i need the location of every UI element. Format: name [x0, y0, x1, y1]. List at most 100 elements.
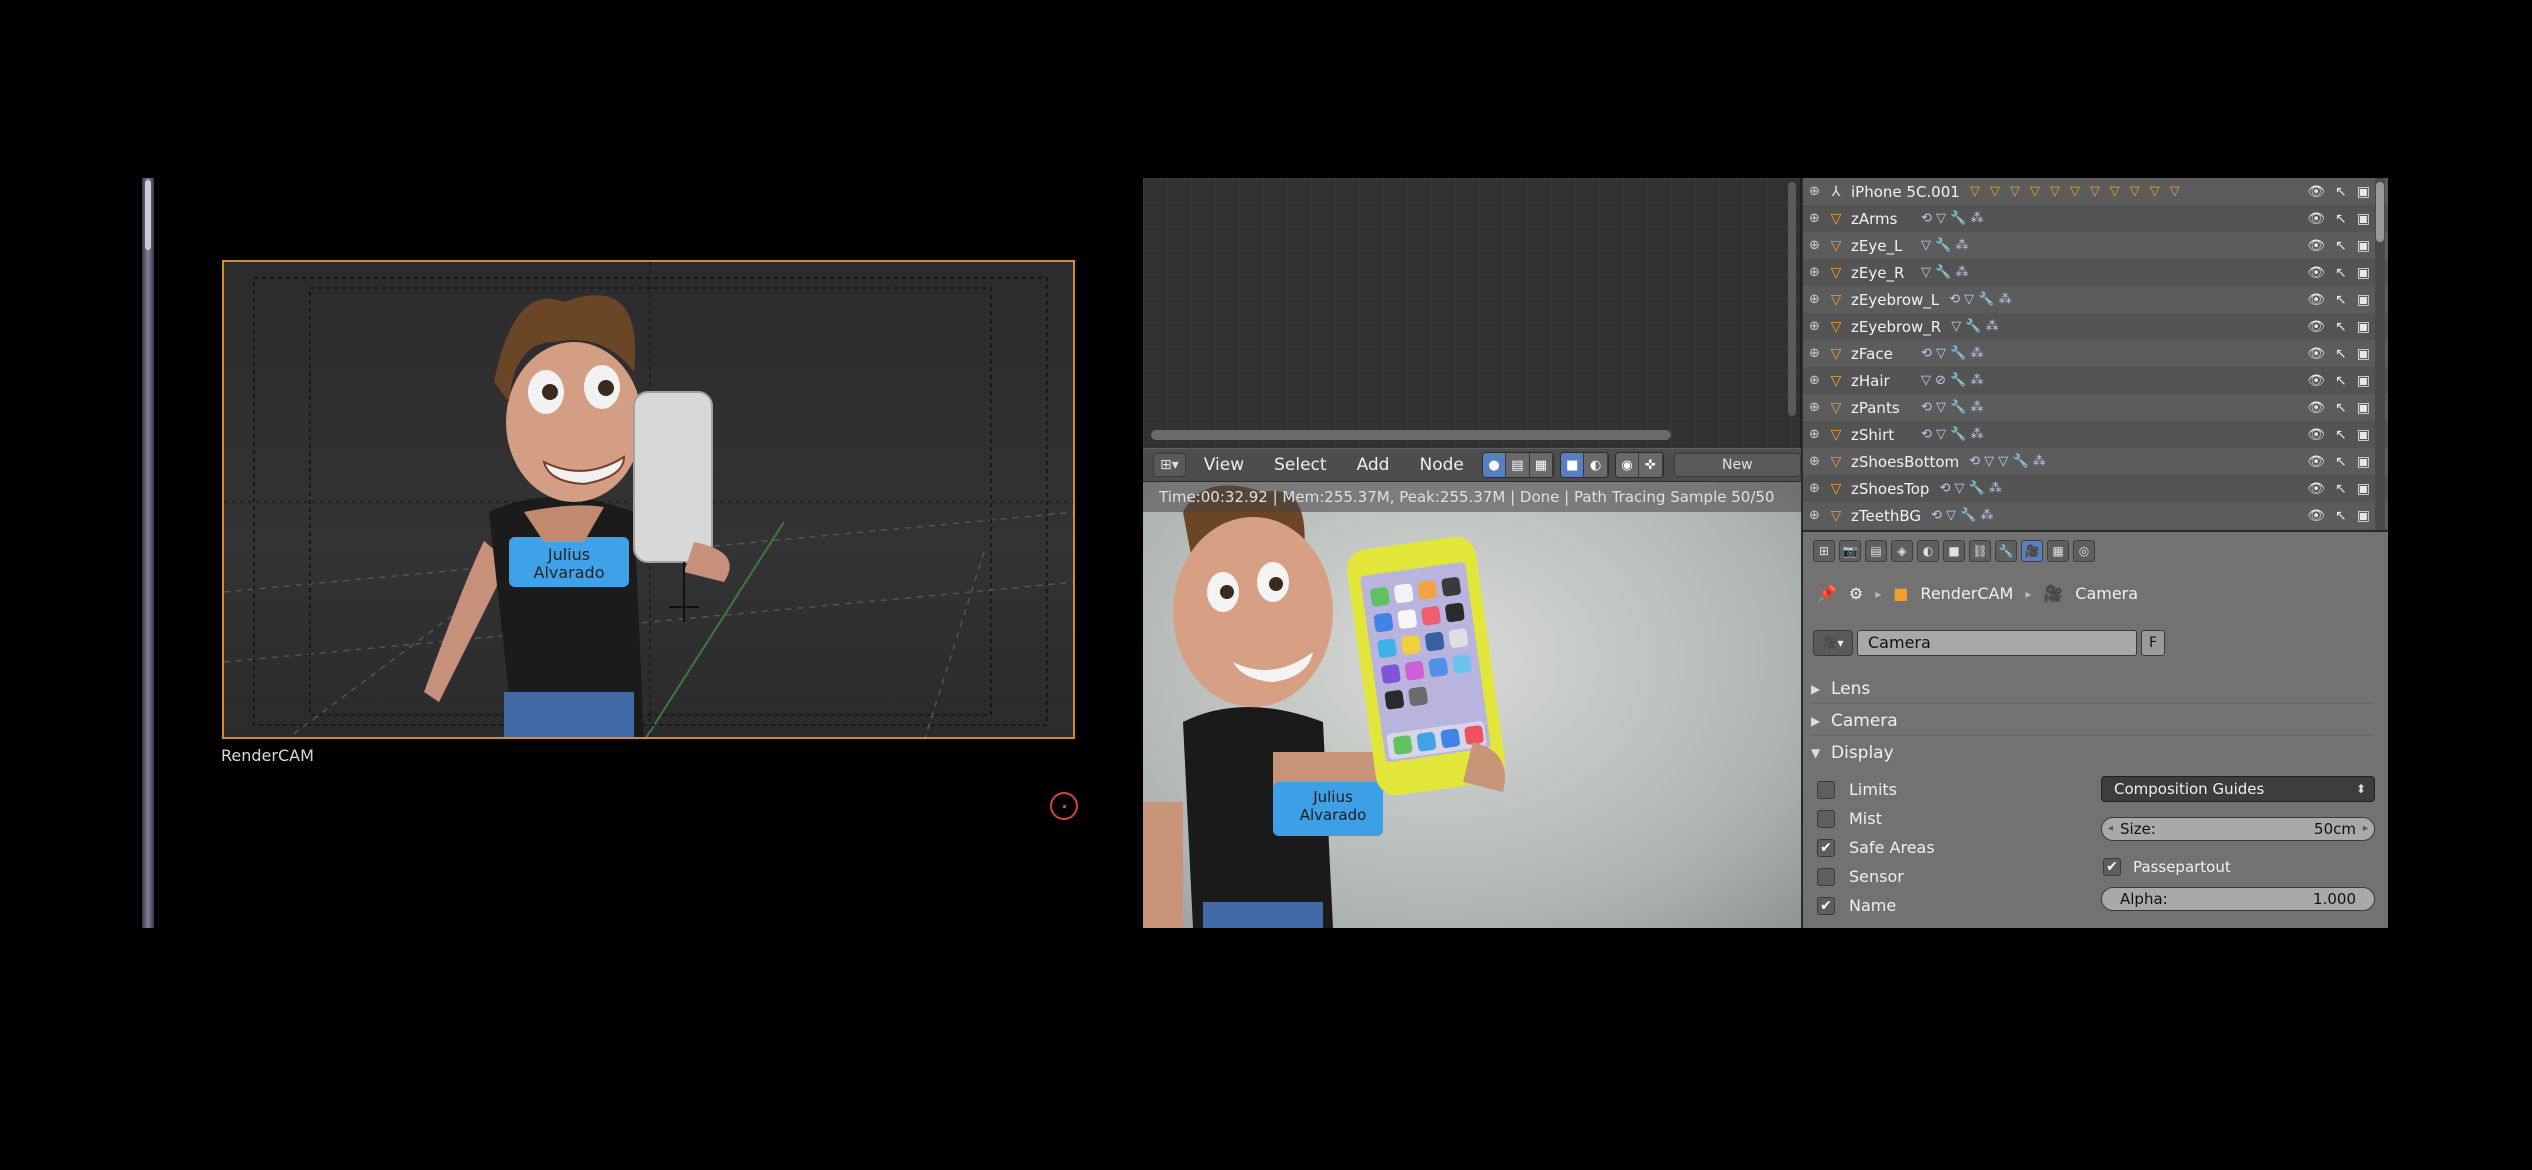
outliner[interactable]: ⊕ ⅄ iPhone 5C.001 ▽▽▽▽▽▽▽▽▽▽▽ 👁 ↖ ▣ ⊕ ▽ zArm… [1801, 178, 2388, 530]
passepartout-checkbox[interactable]: ✔ [2103, 858, 2121, 876]
increment-arrow-icon[interactable]: ▸ [2363, 818, 2368, 840]
outliner-item-label[interactable]: zShoesTop [1851, 480, 1929, 498]
expand-icon[interactable]: ⊕ [1809, 400, 1823, 415]
render-camera-icon[interactable]: ▣ [2357, 373, 2370, 389]
node-editor[interactable] [1143, 178, 1801, 448]
texture-nodes-icon[interactable]: ▦ [1529, 453, 1554, 477]
alpha-field[interactable]: Alpha: 1.000 [2101, 887, 2375, 911]
limits-checkbox-row[interactable]: Limits [1817, 780, 1897, 799]
sensor-checkbox[interactable] [1817, 867, 1835, 886]
pin-icon[interactable]: 📌 [1817, 584, 1837, 603]
sensor-checkbox-row[interactable]: Sensor [1817, 867, 1904, 886]
panel-lens[interactable]: ▶ Lens [1811, 674, 2373, 704]
node-editor-vscrollbar[interactable] [1788, 182, 1796, 416]
cursor-select-icon[interactable]: ↖ [2335, 481, 2347, 497]
outliner-row[interactable]: ⊕ ▽ zEye_R ▽ 🔧 ⁂ 👁 ↖ ▣ [1803, 259, 2388, 286]
object-icon[interactable]: ■ [1561, 453, 1585, 477]
outliner-item-label[interactable]: zPants [1851, 399, 1911, 417]
fake-user-button[interactable]: F [2141, 630, 2165, 656]
outliner-row[interactable]: ⊕ ▽ zPants ⟲ ▽ 🔧 ⁂ 👁 ↖ ▣ [1803, 394, 2388, 421]
expand-icon[interactable]: ⊕ [1809, 211, 1823, 226]
outliner-item-label[interactable]: zEyebrow_R [1851, 318, 1941, 336]
eye-icon[interactable]: 👁 [2307, 427, 2325, 443]
3d-cursor-icon[interactable] [1050, 792, 1078, 820]
3d-viewport[interactable]: Julius Alvarado RenderCAM [142, 178, 1121, 928]
scene-tab-icon[interactable]: ◈ [1891, 540, 1913, 562]
object-tab-icon[interactable]: ■ [1943, 540, 1965, 562]
outliner-item-label[interactable]: zArms [1851, 210, 1911, 228]
limits-checkbox[interactable] [1817, 780, 1835, 799]
name-checkbox-row[interactable]: ✔ Name [1817, 896, 1896, 915]
menu-node[interactable]: Node [1407, 455, 1475, 475]
render-camera-icon[interactable]: ▣ [2357, 508, 2370, 524]
render-camera-icon[interactable]: ▣ [2357, 427, 2370, 443]
cursor-select-icon[interactable]: ↖ [2335, 427, 2347, 443]
datablock-browse-button[interactable]: 🎥▾ [1813, 630, 1853, 656]
eye-icon[interactable]: 👁 [2307, 184, 2325, 200]
outliner-row-iphone[interactable]: ⊕ ⅄ iPhone 5C.001 ▽▽▽▽▽▽▽▽▽▽▽ 👁 ↖ ▣ [1803, 178, 2388, 205]
decrement-arrow-icon[interactable]: ◂ [2108, 818, 2113, 840]
outliner-item-label[interactable]: iPhone 5C.001 [1851, 183, 1960, 201]
outliner-row[interactable]: ⊕ ▽ zTeethBG ⟲ ▽ 🔧 ⁂ 👁 ↖ ▣ [1803, 502, 2388, 529]
render-camera-icon[interactable]: ▣ [2357, 292, 2370, 308]
editor-type-selector[interactable]: ⊞▾ [1153, 453, 1186, 477]
eye-icon[interactable]: 👁 [2307, 454, 2325, 470]
render-camera-icon[interactable]: ▣ [2357, 454, 2370, 470]
eye-icon[interactable]: 👁 [2307, 292, 2325, 308]
mist-checkbox[interactable] [1817, 809, 1835, 828]
render-layers-tab-icon[interactable]: ▤ [1865, 540, 1887, 562]
cursor-select-icon[interactable]: ↖ [2335, 211, 2347, 227]
cursor-select-icon[interactable]: ↖ [2335, 184, 2347, 200]
safe-areas-checkbox[interactable]: ✔ [1817, 838, 1835, 857]
expand-icon[interactable]: ⊕ [1809, 481, 1823, 496]
render-camera-icon[interactable]: ▣ [2357, 400, 2370, 416]
eye-icon[interactable]: 👁 [2307, 319, 2325, 335]
passepartout-checkbox-row[interactable]: ✔ Passepartout [2103, 858, 2231, 876]
texture-tab-icon[interactable]: ▦ [2047, 540, 2069, 562]
outliner-row[interactable]: ⊕ ▽ zFace ⟲ ▽ 🔧 ⁂ 👁 ↖ ▣ [1803, 340, 2388, 367]
cursor-select-icon[interactable]: ↖ [2335, 373, 2347, 389]
cursor-select-icon[interactable]: ↖ [2335, 319, 2347, 335]
expand-icon[interactable]: ⊕ [1809, 184, 1823, 199]
expand-icon[interactable]: ⊕ [1809, 319, 1823, 334]
material-icon[interactable]: ◉ [1615, 453, 1640, 477]
outliner-row[interactable]: ⊕ ▽ zEye_L ▽ 🔧 ⁂ 👁 ↖ ▣ [1803, 232, 2388, 259]
cursor-select-icon[interactable]: ↖ [2335, 238, 2347, 254]
outliner-row[interactable]: ⊕ ▽ zEyebrow_L ⟲ ▽ 🔧 ⁂ 👁 ↖ ▣ [1803, 286, 2388, 313]
panel-camera[interactable]: ▶ Camera [1811, 706, 2373, 736]
render-tab-icon[interactable]: 📷 [1839, 540, 1861, 562]
expand-icon[interactable]: ⊕ [1809, 454, 1823, 469]
cursor-select-icon[interactable]: ↖ [2335, 400, 2347, 416]
render-preview[interactable]: Julius Alvarado Time:00:32.92 | Mem:255.… [1143, 482, 1801, 928]
expand-icon[interactable]: ⊕ [1809, 427, 1823, 442]
outliner-row[interactable]: ⊕ ▽ zShoesTop ⟲ ▽ 🔧 ⁂ 👁 ↖ ▣ [1803, 475, 2388, 502]
eye-icon[interactable]: 👁 [2307, 346, 2325, 362]
outliner-item-label[interactable]: zEye_L [1851, 237, 1911, 255]
outliner-scrollbar[interactable] [2375, 178, 2385, 530]
outliner-item-label[interactable]: zEye_R [1851, 264, 1911, 282]
menu-select[interactable]: Select [1262, 455, 1338, 475]
eye-icon[interactable]: 👁 [2307, 238, 2325, 254]
scrollbar-thumb[interactable] [2376, 182, 2384, 242]
new-button[interactable]: New [1673, 453, 1802, 477]
outliner-item-label[interactable]: zFace [1851, 345, 1911, 363]
eye-icon[interactable]: 👁 [2307, 481, 2325, 497]
outliner-item-label[interactable]: zHair [1851, 372, 1911, 390]
camera-name-field[interactable]: Camera [1857, 630, 2137, 656]
cursor-select-icon[interactable]: ↖ [2335, 292, 2347, 308]
expand-icon[interactable]: ⊕ [1809, 373, 1823, 388]
world-icon[interactable]: ◐ [1584, 453, 1608, 477]
eye-icon[interactable]: 👁 [2307, 400, 2325, 416]
expand-icon[interactable]: ⊕ [1809, 508, 1823, 523]
cursor-select-icon[interactable]: ↖ [2335, 346, 2347, 362]
menu-add[interactable]: Add [1345, 455, 1402, 475]
outliner-row[interactable]: ⊕ ▽ zHair ▽ ⊘ 🔧 ⁂ 👁 ↖ ▣ [1803, 367, 2388, 394]
render-camera-icon[interactable]: ▣ [2357, 319, 2370, 335]
eye-icon[interactable]: 👁 [2307, 265, 2325, 281]
cursor-select-icon[interactable]: ↖ [2335, 265, 2347, 281]
node-editor-hscrollbar[interactable] [1151, 430, 1671, 440]
outliner-item-label[interactable]: zShirt [1851, 426, 1911, 444]
composition-guides-dropdown[interactable]: Composition Guides ⬍ [2101, 776, 2375, 802]
outliner-row[interactable]: ⊕ ▽ zEyebrow_R ▽ 🔧 ⁂ 👁 ↖ ▣ [1803, 313, 2388, 340]
cursor-select-icon[interactable]: ↖ [2335, 454, 2347, 470]
